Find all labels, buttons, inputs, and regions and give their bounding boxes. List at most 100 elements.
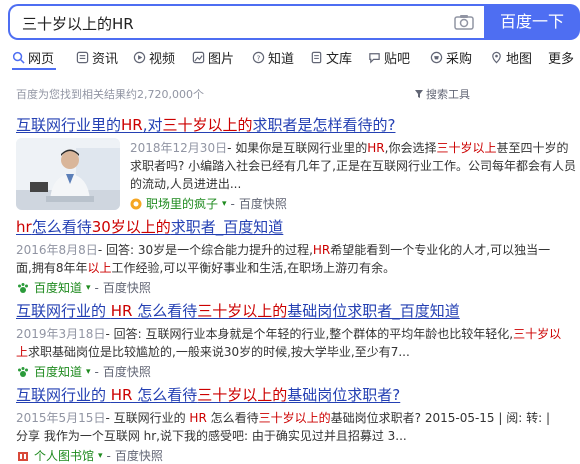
tab-label: 地图	[506, 52, 533, 67]
result-source[interactable]: 个人图书馆	[34, 447, 94, 464]
search-input[interactable]: 三十岁以上的HR	[22, 13, 134, 34]
abstract-highlight: 三十岁以上	[436, 141, 497, 155]
search-result: 互联网行业的 HR 怎么看待三十岁以上的基础岗位求职者? 2015年5月15日-…	[16, 384, 576, 464]
result-date: 2018年12月30日	[130, 141, 228, 155]
question-icon: ?	[252, 51, 265, 64]
tab-news[interactable]: 资讯	[76, 48, 118, 67]
separator: -	[94, 364, 99, 379]
chevron-down-icon[interactable]: ▾	[86, 367, 91, 377]
result-thumbnail[interactable]	[16, 138, 120, 210]
abstract-highlight: HR	[189, 411, 207, 425]
tab-label: 资讯	[92, 52, 119, 67]
doc-icon	[311, 51, 322, 64]
title-highlight: HR	[110, 386, 133, 404]
result-abstract: 2016年8月8日- 回答: 30岁是一个综合能力提升的过程,HR希望能看到一个…	[16, 241, 564, 277]
abstract-highlight: 三十岁以上的	[258, 411, 331, 425]
search-icon	[12, 51, 25, 64]
search-result: 互联网行业的 HR 怎么看待三十岁以上的基础岗位求职者_百度知道 2019年3月…	[16, 300, 576, 380]
zhidao-paw-icon	[18, 366, 28, 377]
search-tools-button[interactable]: 搜索工具	[414, 86, 470, 102]
tab-video[interactable]: 视频	[133, 48, 175, 67]
snapshot-link[interactable]: 百度快照	[103, 363, 151, 380]
result-title[interactable]: hr怎么看待30岁以上的求职者_百度知道	[16, 216, 576, 237]
result-title[interactable]: 互联网行业的 HR 怎么看待三十岁以上的基础岗位求职者_百度知道	[16, 300, 576, 321]
shopping-icon	[430, 51, 443, 64]
title-part: 怎么看待	[132, 386, 198, 404]
tab-label: 更多	[548, 52, 575, 67]
map-icon	[492, 51, 501, 64]
tab-purchase[interactable]: 采购	[430, 48, 472, 67]
tab-label: 视频	[149, 52, 176, 67]
abstract-text: - 回答: 30岁是一个综合能力提升的过程,	[97, 243, 313, 257]
separator: -	[106, 448, 111, 463]
abstract-text: - 互联网行业的	[105, 411, 190, 425]
search-tools-label: 搜索工具	[426, 88, 470, 101]
result-source[interactable]: 职场里的疯子	[146, 195, 218, 212]
source-logo-icon	[130, 198, 142, 209]
title-part: 互联网行业的	[16, 302, 111, 320]
tab-wenku[interactable]: 文库	[310, 48, 352, 67]
abstract-text: 工作经验,可以平衡好事业和生活,在职场上游刃有余。	[111, 261, 396, 275]
chevron-down-icon[interactable]: ▾	[86, 283, 91, 293]
title-part: 怎么看待	[31, 218, 92, 236]
abstract-text: ,你会选择	[384, 141, 437, 155]
chevron-down-icon[interactable]: ▾	[222, 199, 227, 209]
result-date: 2015年5月15日	[16, 411, 106, 425]
abstract-text: - 回答: 互联网行业本身就是个年轻的行业,整个群体的平均年龄也比较年轻化,	[105, 327, 514, 341]
result-title[interactable]: 互联网行业里的HR,对三十岁以上的求职者是怎样看待的?	[16, 114, 576, 135]
search-result: hr怎么看待30岁以上的求职者_百度知道 2016年8月8日- 回答: 30岁是…	[16, 216, 576, 296]
result-source-row: 职场里的疯子 ▾ - 百度快照	[130, 195, 576, 212]
tab-label: 知道	[268, 52, 295, 67]
library-icon	[18, 451, 28, 461]
result-title[interactable]: 互联网行业的 HR 怎么看待三十岁以上的基础岗位求职者?	[16, 384, 576, 405]
title-highlight: 三十岁以上的	[197, 386, 288, 404]
separator: -	[230, 196, 235, 211]
tab-label: 采购	[446, 52, 473, 67]
chevron-down-icon[interactable]: ▾	[98, 451, 103, 461]
search-button[interactable]: 百度一下	[484, 4, 580, 40]
man-portrait-image	[16, 138, 120, 210]
tab-label: 文库	[326, 52, 353, 67]
tab-map[interactable]: 地图	[490, 48, 532, 67]
camera-icon[interactable]	[454, 14, 474, 30]
tab-images[interactable]: 图片	[192, 48, 234, 67]
zhidao-paw-icon	[18, 282, 28, 293]
title-highlight: hr	[16, 218, 32, 236]
title-part: 基础岗位求职者?	[287, 386, 401, 404]
result-date: 2019年3月18日	[16, 327, 106, 341]
video-icon	[133, 51, 146, 64]
snapshot-link[interactable]: 百度快照	[239, 195, 287, 212]
abstract-highlight: HR	[312, 243, 331, 257]
title-highlight: HR	[110, 302, 133, 320]
search-header: 三十岁以上的HR 百度一下	[0, 0, 580, 44]
tab-label: 网页	[28, 52, 55, 67]
title-part: 怎么看待	[132, 302, 198, 320]
tab-tieba[interactable]: 贴吧	[368, 48, 410, 67]
title-part: 互联网行业的	[16, 386, 111, 404]
result-count: 百度为您找到相关结果约2,720,000个	[16, 88, 204, 101]
title-highlight: HR	[121, 116, 143, 134]
snapshot-link[interactable]: 百度快照	[115, 447, 163, 464]
snapshot-link[interactable]: 百度快照	[103, 279, 151, 296]
title-part: ,对	[142, 116, 163, 134]
image-icon	[192, 51, 205, 64]
abstract-text: 怎么看待	[206, 411, 259, 425]
tab-more[interactable]: 更多	[548, 48, 574, 67]
search-tabs: 网页 资讯 视频 图片 ? 知道 文库 贴吧 采购 地图 更多	[0, 48, 580, 70]
title-highlight: 三十岁以上的	[162, 116, 253, 134]
search-result: 互联网行业里的HR,对三十岁以上的求职者是怎样看待的? 2018年12月30日-…	[16, 114, 576, 212]
result-source[interactable]: 百度知道	[34, 363, 82, 380]
title-part: 互联网行业里的	[16, 116, 122, 134]
abstract-text: - 如果你是互联网行业里的	[227, 141, 368, 155]
news-icon	[76, 51, 89, 64]
result-source-row: 个人图书馆 ▾ - 百度快照	[16, 447, 576, 464]
result-abstract: 2015年5月15日- 互联网行业的 HR 怎么看待三十岁以上的基础岗位求职者?…	[16, 409, 564, 445]
title-part: 求职者是怎样看待的?	[252, 116, 396, 134]
search-box[interactable]: 三十岁以上的HR	[8, 4, 486, 40]
tab-label: 图片	[208, 52, 235, 67]
separator: -	[94, 280, 99, 295]
title-part: 求职者_百度知道	[170, 218, 284, 236]
tab-web[interactable]: 网页	[12, 48, 54, 67]
result-source[interactable]: 百度知道	[34, 279, 82, 296]
tab-zhidao[interactable]: ? 知道	[252, 48, 294, 67]
